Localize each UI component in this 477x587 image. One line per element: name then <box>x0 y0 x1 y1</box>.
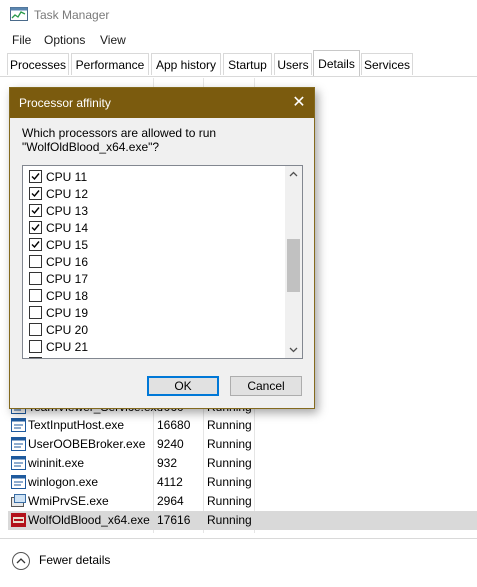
window-title: Task Manager <box>34 8 110 22</box>
tab-users[interactable]: Users <box>274 53 312 75</box>
cpu-label: CPU 18 <box>46 289 89 303</box>
tab-bar: Processes Performance App history Startu… <box>0 50 477 77</box>
process-status: Running <box>207 418 252 432</box>
tab-performance[interactable]: Performance <box>71 53 149 75</box>
wmi-icon <box>11 494 26 507</box>
tab-startup[interactable]: Startup <box>223 53 272 75</box>
processor-affinity-dialog: Processor affinity ✕ Which processors ar… <box>9 87 315 409</box>
process-pid: 4112 <box>157 475 183 489</box>
process-name: wininit.exe <box>28 456 85 470</box>
checkbox-unchecked-icon[interactable] <box>29 289 42 302</box>
table-row[interactable]: winlogon.exe 4112 Running <box>8 473 477 492</box>
task-manager-icon <box>10 7 28 21</box>
dialog-prompt: Which processors are allowed to run "Wol… <box>22 126 217 154</box>
scrollbar-thumb[interactable] <box>287 239 300 292</box>
cpu-label: CPU 13 <box>46 204 89 218</box>
checkbox-unchecked-icon[interactable] <box>29 255 42 268</box>
menu-bar: File Options View <box>0 30 477 50</box>
cpu-list-scrollbar[interactable] <box>285 166 302 358</box>
ok-button[interactable]: OK <box>147 376 219 396</box>
process-status: Running <box>207 475 252 489</box>
menu-view[interactable]: View <box>100 33 126 47</box>
scroll-down-icon[interactable] <box>285 341 302 358</box>
checkbox-checked-icon[interactable] <box>29 238 42 251</box>
table-row[interactable]: UserOOBEBroker.exe 9240 Running <box>8 435 477 454</box>
tab-services[interactable]: Services <box>361 53 413 75</box>
app-window-icon <box>11 437 26 451</box>
table-row[interactable]: wininit.exe 932 Running <box>8 454 477 473</box>
dialog-title: Processor affinity <box>19 96 111 110</box>
app-window-icon <box>11 475 26 489</box>
process-name: UserOOBEBroker.exe <box>28 437 146 451</box>
checkbox-unchecked-icon[interactable] <box>29 323 42 336</box>
cpu-checkbox-list: CPU 11 CPU 12 CPU 13 CPU 14 CPU 15 CPU 1… <box>22 165 303 359</box>
cpu-label: CPU 15 <box>46 238 89 252</box>
cpu-label: CPU 21 <box>46 340 89 354</box>
process-pid: 16680 <box>157 418 191 432</box>
process-name: TextInputHost.exe <box>28 418 125 432</box>
process-pid: 932 <box>157 456 178 470</box>
cpu-label: CPU 20 <box>46 323 89 337</box>
process-name: winlogon.exe <box>28 475 99 489</box>
process-name: WmiPrvSE.exe <box>28 494 109 508</box>
app-window-icon <box>11 456 26 470</box>
checkbox-unchecked-icon[interactable] <box>29 340 42 353</box>
cpu-label: CPU 16 <box>46 255 89 269</box>
process-status: Running <box>207 494 252 508</box>
table-row[interactable]: TextInputHost.exe 16680 Running <box>8 416 477 435</box>
process-pid: 2964 <box>157 494 184 508</box>
cpu-label: CPU 14 <box>46 221 89 235</box>
title-bar: Task Manager <box>0 0 477 30</box>
cpu-label: CPU 17 <box>46 272 89 286</box>
checkbox-unchecked-icon[interactable] <box>29 306 42 319</box>
footer-bar: Fewer details <box>0 538 477 587</box>
checkbox-checked-icon[interactable] <box>29 204 42 217</box>
checkbox-unchecked-icon[interactable] <box>29 357 42 358</box>
menu-file[interactable]: File <box>12 33 31 47</box>
menu-options[interactable]: Options <box>44 33 85 47</box>
cpu-label: CPU 12 <box>46 187 89 201</box>
table-row-selected[interactable]: WolfOldBlood_x64.exe 17616 Running <box>8 511 477 530</box>
tab-details[interactable]: Details <box>313 50 360 76</box>
app-window-icon <box>11 418 26 432</box>
process-name: WolfOldBlood_x64.exe <box>28 513 150 527</box>
process-status: Running <box>207 513 252 527</box>
checkbox-checked-icon[interactable] <box>29 187 42 200</box>
fewer-details-link[interactable]: Fewer details <box>39 553 110 567</box>
process-pid: 17616 <box>157 513 191 527</box>
checkbox-unchecked-icon[interactable] <box>29 272 42 285</box>
process-pid: 9240 <box>157 437 184 451</box>
cpu-label: CPU 11 <box>46 170 88 184</box>
chevron-up-icon[interactable] <box>12 552 30 570</box>
checkbox-checked-icon[interactable] <box>29 221 42 234</box>
tab-processes[interactable]: Processes <box>7 53 69 75</box>
dialog-title-bar: Processor affinity ✕ <box>10 88 314 118</box>
cancel-button[interactable]: Cancel <box>230 376 302 396</box>
wolfenstein-icon <box>11 513 26 527</box>
tab-app-history[interactable]: App history <box>151 53 221 75</box>
close-icon[interactable]: ✕ <box>284 88 314 118</box>
cpu-label: CPU 19 <box>46 306 89 320</box>
process-status: Running <box>207 437 252 451</box>
scroll-up-icon[interactable] <box>285 166 302 183</box>
checkbox-checked-icon[interactable] <box>29 170 42 183</box>
table-row[interactable]: WmiPrvSE.exe 2964 Running <box>8 492 477 511</box>
process-status: Running <box>207 456 252 470</box>
